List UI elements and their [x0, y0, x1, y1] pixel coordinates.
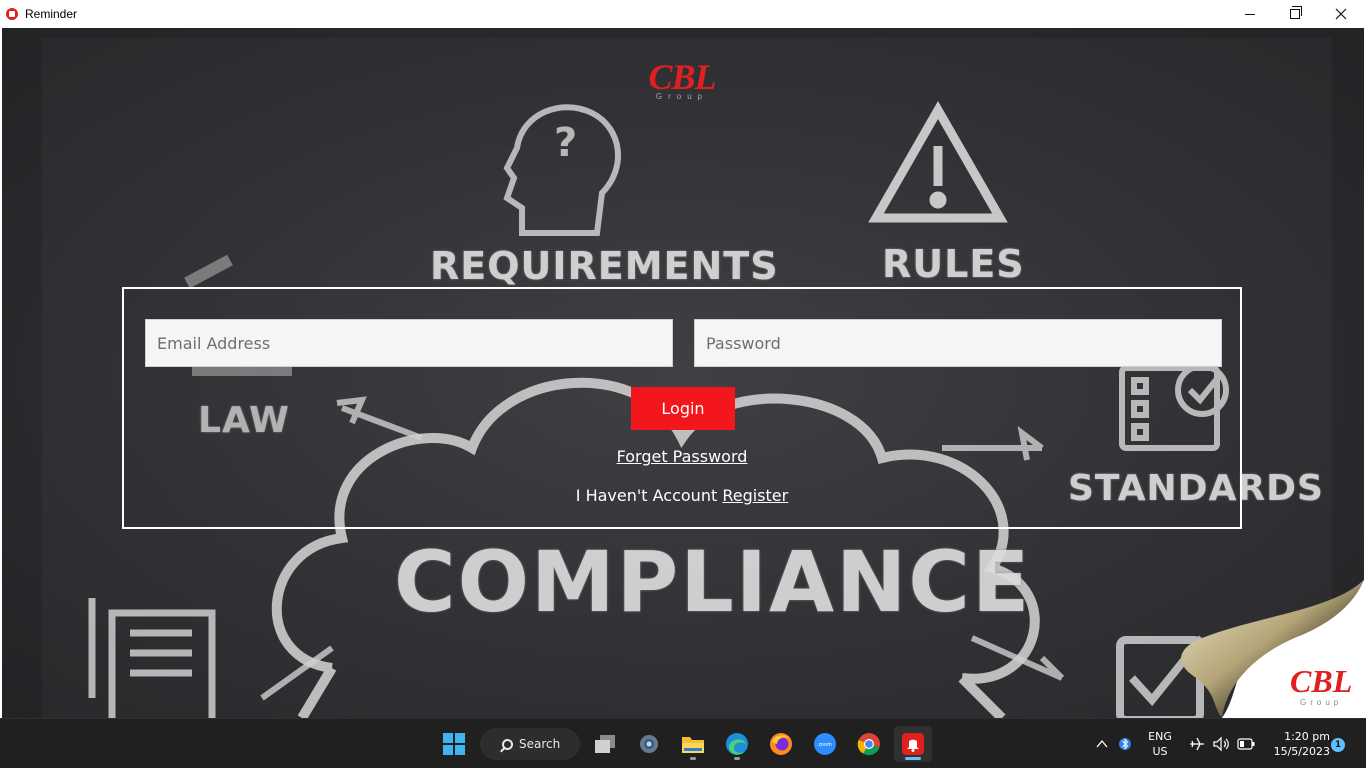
reminder-taskbar-button[interactable] [894, 726, 932, 762]
search-icon [502, 738, 513, 750]
language-line2: US [1152, 745, 1168, 758]
compliance-label: COMPLIANCE [394, 533, 1032, 631]
forget-password-link[interactable]: Forget Password [124, 447, 1240, 466]
zoom-label: zoom [818, 742, 832, 748]
chrome-button[interactable] [850, 726, 888, 762]
reminder-app-icon [902, 733, 924, 755]
firefox-button[interactable] [762, 726, 800, 762]
restore-button[interactable] [1272, 0, 1318, 28]
task-view-icon [595, 735, 615, 753]
chrome-icon [857, 733, 880, 756]
airplane-mode-icon[interactable] [1188, 736, 1206, 752]
reminder-app-icon [6, 8, 18, 20]
edge-button[interactable] [718, 726, 756, 762]
cbl-logo: CBL Group [642, 58, 722, 108]
running-indicator [690, 757, 696, 760]
app-content: ? REQUIREMENTS RULES LAW STANDARDS COMPL… [0, 28, 1366, 718]
login-form: Login Forget Password I Haven't Account … [122, 287, 1242, 529]
window-titlebar: Reminder [0, 0, 1366, 28]
page-curl-logo: CBL Group [1181, 580, 1364, 718]
minimize-button[interactable] [1227, 0, 1273, 28]
battery-icon[interactable] [1237, 738, 1255, 750]
start-button[interactable] [435, 726, 473, 762]
corner-logo-text: CBL [1290, 663, 1352, 699]
language-indicator[interactable]: ENG US [1145, 729, 1175, 759]
bluetooth-icon[interactable] [1119, 736, 1131, 752]
restore-icon [1290, 6, 1302, 19]
register-link[interactable]: Register [722, 486, 788, 505]
close-icon [1335, 8, 1347, 20]
password-field[interactable] [694, 319, 1222, 367]
register-prompt: I Haven't Account Register [124, 486, 1240, 505]
rules-label: RULES [882, 242, 1025, 286]
requirements-label: REQUIREMENTS [430, 244, 779, 288]
zoom-icon: zoom [814, 733, 836, 755]
settings-icon [640, 735, 658, 753]
document-icon [88, 598, 216, 718]
active-indicator [905, 757, 921, 760]
taskbar-search[interactable]: Search [480, 728, 580, 760]
windows-start-icon [443, 733, 465, 755]
volume-icon[interactable] [1212, 736, 1230, 752]
close-button[interactable] [1318, 0, 1364, 28]
no-account-text: I Haven't Account [575, 486, 723, 505]
language-line1: ENG [1148, 730, 1172, 743]
firefox-icon [770, 733, 792, 755]
file-explorer-button[interactable] [674, 726, 712, 762]
notification-badge[interactable]: 1 [1331, 738, 1345, 752]
chevron-up-icon[interactable] [1096, 739, 1108, 749]
clock-time: 1:20 pm [1284, 730, 1330, 743]
warning-triangle-icon [868, 100, 1008, 223]
search-label: Search [519, 737, 561, 751]
zoom-button[interactable]: zoom [806, 726, 844, 762]
logo-text: CBL [648, 57, 716, 97]
corner-logo-subtext: Group [1300, 698, 1342, 707]
running-indicator [734, 757, 740, 760]
file-explorer-icon [682, 737, 704, 753]
minimize-icon [1245, 13, 1255, 15]
task-view-button[interactable] [586, 726, 624, 762]
settings-button[interactable] [630, 726, 668, 762]
email-field[interactable] [145, 319, 673, 367]
window-title: Reminder [25, 7, 78, 21]
edge-icon [726, 733, 748, 755]
system-clock[interactable]: 1:20 pm 15/5/2023 [1262, 729, 1330, 759]
head-question-icon: ? [503, 104, 621, 236]
svg-text:?: ? [554, 120, 577, 166]
clock-date: 15/5/2023 [1273, 745, 1330, 758]
taskbar: Search zoom ENG US 1:20 pm 15/5/2023 1 [0, 718, 1366, 768]
login-button[interactable]: Login [631, 387, 735, 430]
